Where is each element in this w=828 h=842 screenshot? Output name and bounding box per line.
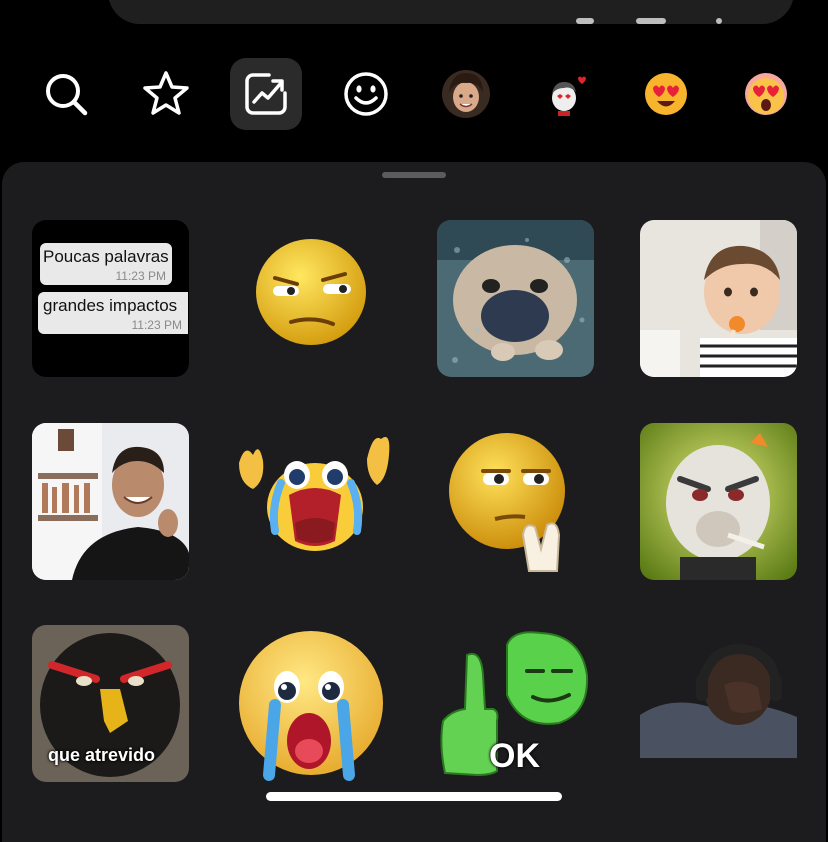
sticker-chat-screenshot[interactable]: Poucas palavras 11:23 PM grandes impacto… (32, 220, 189, 377)
heart-eyes-alt-tab[interactable] (730, 58, 802, 130)
chat-bubble: grandes impactos 11:23 PM (38, 292, 188, 334)
sticker-baby-lollipop[interactable] (640, 220, 797, 377)
person-avatar-icon (442, 70, 490, 118)
baby-photo (640, 220, 797, 377)
crying-emoji-image (239, 437, 390, 551)
smiley-icon (344, 72, 388, 116)
sticker-thinking-emoji[interactable] (437, 423, 594, 580)
pug-photo (437, 220, 594, 377)
chat-bubble: Poucas palavras 11:23 PM (40, 243, 172, 285)
sticker-caption: que atrevido (48, 745, 156, 765)
avatar-tab[interactable] (430, 58, 502, 130)
heart-eyes-emoji-icon (745, 73, 787, 115)
smiling-man-photo (32, 423, 189, 580)
cartoon-sticker-icon (552, 76, 586, 116)
emoji-tab[interactable] (330, 58, 402, 130)
sticker-caption: OK (489, 737, 540, 775)
chat-timestamp: 11:23 PM (131, 318, 182, 332)
sticker-annoyed-emoji[interactable] (235, 220, 392, 377)
thinking-emoji-image (449, 433, 565, 572)
home-indicator[interactable] (266, 792, 562, 801)
sticker-green-thumbs-up[interactable]: OK (437, 625, 594, 782)
search-bar[interactable] (108, 0, 794, 24)
heart-eyes-tab[interactable] (630, 58, 702, 130)
chat-message: grandes impactos (43, 296, 178, 315)
star-icon (143, 71, 189, 115)
sticker-angry-monkey[interactable] (640, 423, 797, 580)
sobbing-emoji-image (239, 631, 383, 781)
favorites-tab[interactable] (130, 58, 202, 130)
angry-monkey-image (640, 423, 797, 580)
search-icon (46, 74, 88, 116)
sticker-smiling-man[interactable] (32, 423, 189, 580)
heart-eyes-emoji-icon (645, 73, 687, 115)
trending-tab[interactable] (230, 58, 302, 130)
sheet-grabber[interactable] (382, 172, 446, 178)
search-bar-actions (576, 14, 746, 24)
sticker-crying-emoji[interactable] (235, 423, 392, 580)
sticker-facepalm[interactable] (640, 625, 797, 758)
chat-timestamp: 11:23 PM (115, 269, 166, 283)
search-tab[interactable] (30, 58, 102, 130)
chat-message: Poucas palavras (43, 247, 169, 266)
sticker-angry-bird[interactable]: que atrevido (32, 625, 189, 782)
sticker-pack-tab[interactable] (530, 58, 602, 130)
trending-chart-icon (245, 73, 287, 115)
sticker-sobbing-emoji[interactable] (235, 625, 392, 782)
sticker-category-bar (0, 56, 828, 132)
facepalm-photo (640, 625, 797, 758)
sticker-pug-window[interactable] (437, 220, 594, 377)
annoyed-emoji-image (256, 239, 366, 345)
